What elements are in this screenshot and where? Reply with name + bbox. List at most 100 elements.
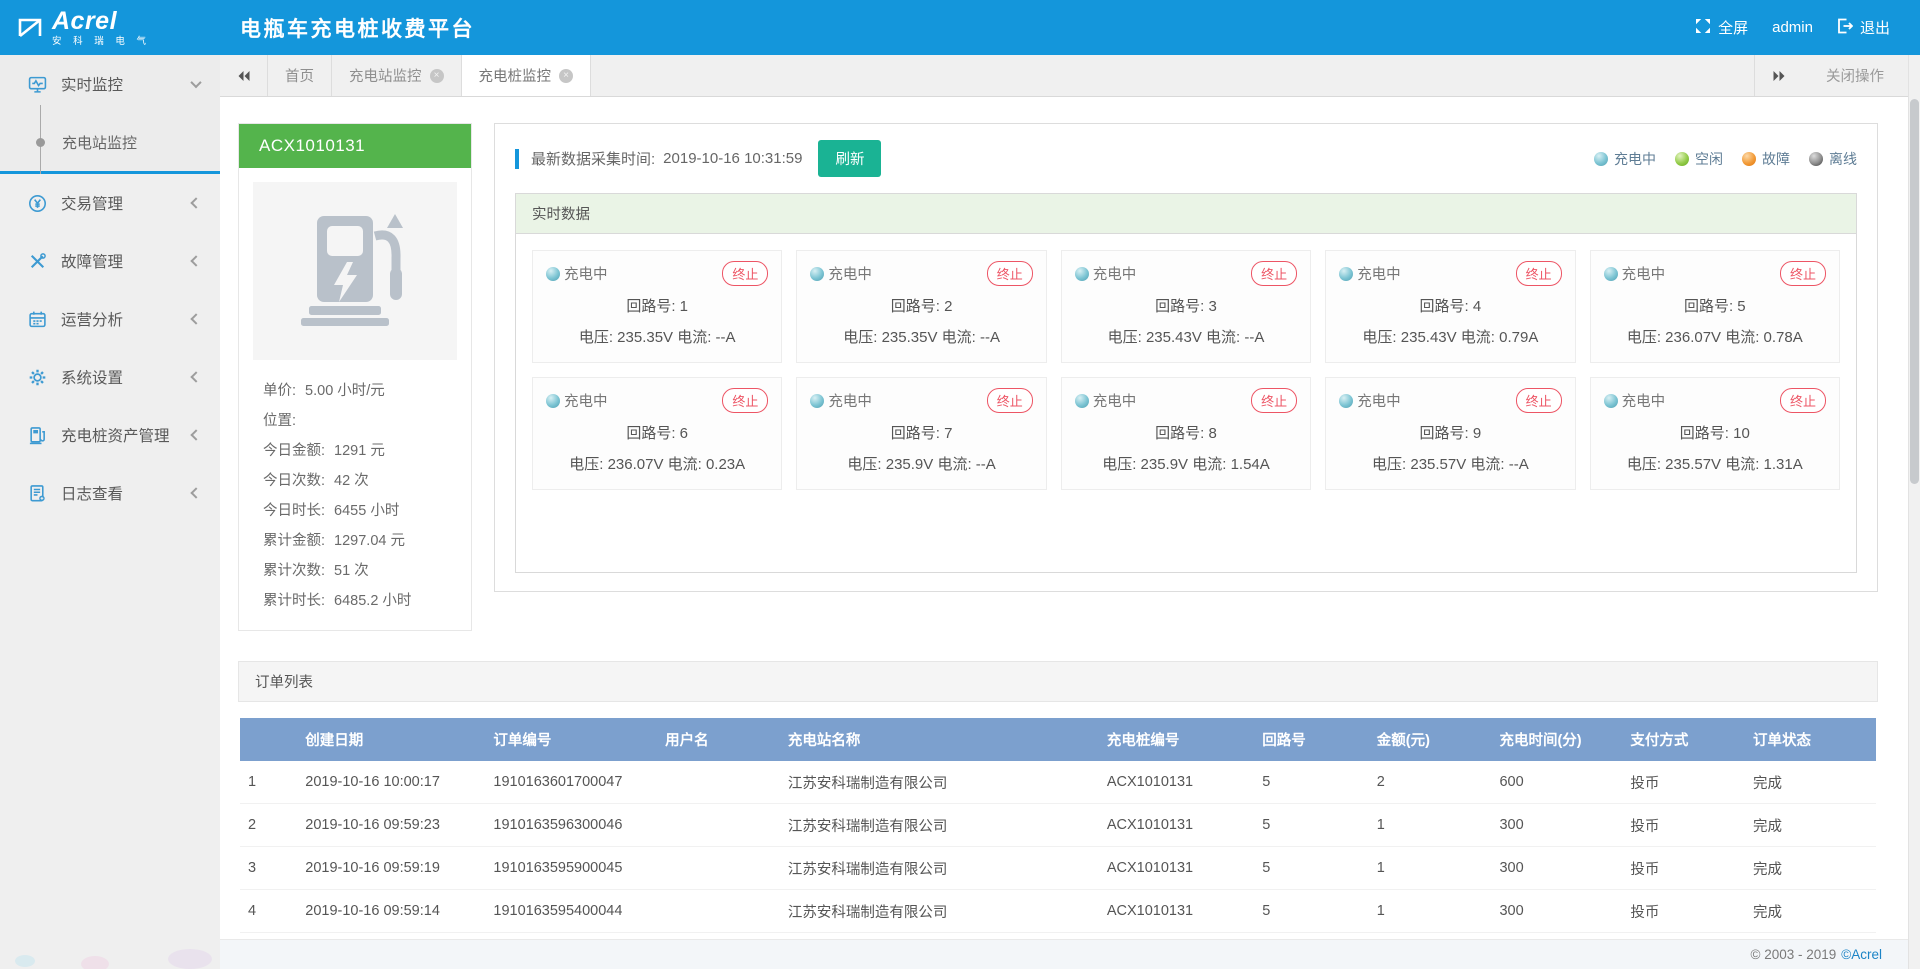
stat-label: 今日时长: — [263, 496, 325, 526]
sidebar-item-label: 运营分析 — [61, 308, 123, 330]
legend-label: 空闲 — [1695, 149, 1723, 169]
sidebar-item-label: 充电桩资产管理 — [61, 424, 170, 446]
order-row: 22019-10-16 09:59:231910163596300046江苏安科… — [240, 804, 1876, 847]
sidebar-item-系统设置[interactable]: 系统设置 — [0, 348, 220, 406]
orders-column-header — [240, 718, 297, 761]
station-card: ACX1010131 单价:5.00 小时/元位置:今日金额:1291 元今日次… — [238, 123, 472, 631]
tab-close-icon[interactable]: × — [430, 69, 444, 83]
main-content: ACX1010131 单价:5.00 小时/元位置:今日金额:1291 元今日次… — [220, 97, 1908, 939]
legend-label: 充电中 — [1614, 149, 1656, 169]
fullscreen-button[interactable]: 全屏 — [1695, 17, 1748, 38]
stat-label: 位置: — [263, 406, 296, 436]
terminate-button[interactable]: 终止 — [987, 388, 1033, 413]
scrollbar-thumb[interactable] — [1910, 99, 1919, 484]
footer-brand-link[interactable]: ©Acrel — [1841, 947, 1882, 962]
circuit-card: 充电中终止回路号: 5电压: 236.07V 电流: 0.78A — [1590, 250, 1840, 363]
order-cell: 投币 — [1622, 890, 1745, 933]
sidebar-menu: 实时监控充电站监控交易管理故障管理运营分析系统设置充电桩资产管理日志查看 — [0, 55, 220, 522]
sidebar-item-运营分析[interactable]: 运营分析 — [0, 290, 220, 348]
terminate-button[interactable]: 终止 — [1516, 388, 1562, 413]
terminate-button[interactable]: 终止 — [1251, 261, 1297, 286]
order-cell: 投币 — [1622, 761, 1745, 804]
voltage-current: 电压: 235.57V 电流: --A — [1339, 453, 1561, 474]
order-cell: 2019-10-16 09:59:19 — [297, 847, 485, 890]
chevron-down-icon — [190, 77, 201, 88]
circuit-card: 充电中终止回路号: 2电压: 235.35V 电流: --A — [796, 250, 1046, 363]
terminate-button[interactable]: 终止 — [987, 261, 1033, 286]
circuit-card: 充电中终止回路号: 4电压: 235.43V 电流: 0.79A — [1325, 250, 1575, 363]
sidebar-item-实时监控[interactable]: 实时监控 — [0, 55, 220, 113]
status-ball-charging-icon — [1604, 267, 1618, 281]
tab-充电站监控[interactable]: 充电站监控× — [332, 55, 462, 96]
terminate-button[interactable]: 终止 — [1780, 261, 1826, 286]
close-operations-button[interactable]: 关闭操作 — [1802, 55, 1908, 96]
order-cell: 1 — [1369, 804, 1492, 847]
voltage-current: 电压: 235.35V 电流: --A — [546, 326, 768, 347]
status-ball-charging-icon — [546, 394, 560, 408]
sidebar-item-充电桩资产管理[interactable]: 充电桩资产管理 — [0, 406, 220, 464]
tab-充电桩监控[interactable]: 充电桩监控 × — [462, 55, 592, 96]
stat-value: 51 次 — [334, 556, 369, 586]
order-cell — [657, 847, 780, 890]
card-status-label: 充电中 — [1357, 390, 1401, 411]
terminate-button[interactable]: 终止 — [1780, 388, 1826, 413]
card-status-label: 充电中 — [1093, 263, 1137, 284]
order-cell: 5 — [1254, 761, 1369, 804]
circuit-number: 回路号: 5 — [1604, 295, 1826, 316]
vertical-scrollbar[interactable] — [1908, 55, 1920, 969]
sidebar-subitem-label: 充电站监控 — [62, 132, 137, 153]
order-cell: 300 — [1491, 847, 1622, 890]
orders-section: 订单列表 创建日期订单编号用户名充电站名称充电桩编号回路号金额(元)充电时间(分… — [238, 661, 1878, 939]
voltage-current: 电压: 235.35V 电流: --A — [810, 326, 1032, 347]
collect-time-label: 最新数据采集时间: — [531, 148, 655, 169]
stat-line: 今日次数:42 次 — [263, 466, 457, 496]
terminate-button[interactable]: 终止 — [722, 261, 768, 286]
order-cell: 1910163595900045 — [485, 847, 657, 890]
sidebar-item-日志查看[interactable]: 日志查看 — [0, 464, 220, 522]
sidebar-item-交易管理[interactable]: 交易管理 — [0, 174, 220, 232]
terminate-button[interactable]: 终止 — [1516, 261, 1562, 286]
stat-label: 今日次数: — [263, 466, 325, 496]
status-ball-charging-icon — [546, 267, 560, 281]
order-cell: 完成 — [1745, 804, 1876, 847]
order-cell — [657, 761, 780, 804]
app-header: Acrel 安 科 瑞 电 气 电瓶车充电桩收费平台 全屏 admin 退出 — [0, 0, 1920, 55]
status-ball-charging-icon — [1594, 152, 1608, 166]
tab-bar: 首页充电站监控× 充电桩监控 × 关闭操作 — [220, 55, 1908, 97]
refresh-button[interactable]: 刷新 — [818, 140, 881, 177]
orders-column-header: 创建日期 — [297, 718, 485, 761]
circuit-number: 回路号: 6 — [546, 422, 768, 443]
terminate-button[interactable]: 终止 — [722, 388, 768, 413]
card-status-label: 充电中 — [1357, 263, 1401, 284]
voltage-current: 电压: 236.07V 电流: 0.78A — [1604, 326, 1826, 347]
circuit-card: 充电中终止回路号: 1电压: 235.35V 电流: --A — [532, 250, 782, 363]
tabs-scroll-left-button[interactable] — [220, 55, 268, 96]
sidebar-subitem-充电站监控[interactable]: 充电站监控 — [0, 113, 220, 171]
stat-label: 累计次数: — [263, 556, 325, 586]
stat-label: 累计金额: — [263, 526, 325, 556]
order-cell: ACX1010131 — [1099, 847, 1254, 890]
orders-column-header: 充电时间(分) — [1491, 718, 1622, 761]
chevron-left-icon — [190, 371, 201, 382]
tab-label: 充电桩监控 — [479, 65, 552, 86]
voltage-current: 电压: 235.9V 电流: 1.54A — [1075, 453, 1297, 474]
order-cell: 完成 — [1745, 847, 1876, 890]
user-menu[interactable]: admin — [1772, 19, 1813, 36]
order-cell: 3 — [240, 847, 297, 890]
logout-button[interactable]: 退出 — [1837, 17, 1890, 38]
sidebar-item-故障管理[interactable]: 故障管理 — [0, 232, 220, 290]
order-cell: 江苏安科瑞制造有限公司 — [780, 804, 1099, 847]
tabs-scroll-right-button[interactable] — [1754, 55, 1802, 96]
terminate-button[interactable]: 终止 — [1251, 388, 1297, 413]
order-cell — [657, 890, 780, 933]
order-cell — [657, 804, 780, 847]
status-ball-fault-icon — [1742, 152, 1756, 166]
legend-item-故障: 故障 — [1742, 149, 1790, 169]
tab-close-icon[interactable]: × — [559, 69, 573, 83]
username: admin — [1772, 19, 1813, 36]
tab-list: 首页充电站监控× 充电桩监控 × — [268, 55, 591, 96]
acrel-logo: Acrel 安 科 瑞 电 气 — [0, 9, 230, 47]
chevron-left-icon — [190, 429, 201, 440]
order-cell: 2019-10-16 09:59:23 — [297, 804, 485, 847]
tab-首页[interactable]: 首页 — [268, 55, 332, 96]
